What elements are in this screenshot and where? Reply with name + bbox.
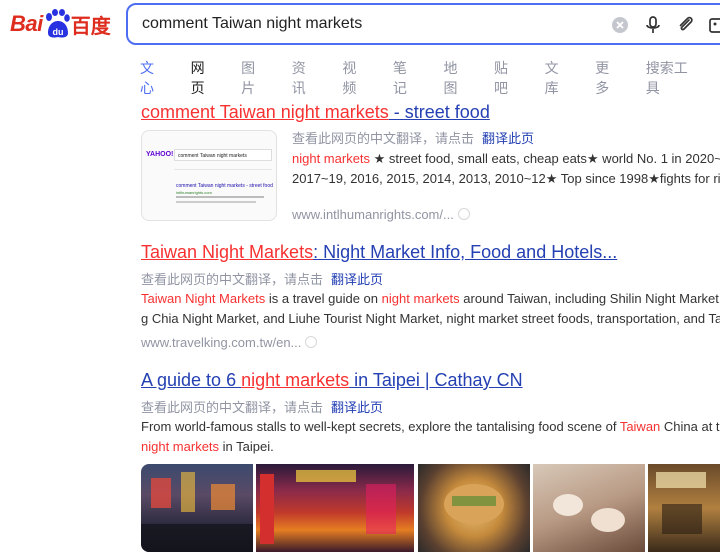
- tab-search-tools[interactable]: 搜索工具: [646, 58, 693, 96]
- tab-wenxin[interactable]: 文心: [140, 58, 164, 96]
- info-icon[interactable]: [457, 207, 470, 220]
- photo-dumplings[interactable]: [533, 464, 645, 552]
- search-box[interactable]: comment Taiwan night markets: [126, 3, 720, 45]
- tab-tieba[interactable]: 贴吧: [494, 58, 518, 96]
- clear-icon[interactable]: [611, 16, 631, 36]
- tab-news[interactable]: 资讯: [292, 58, 316, 96]
- translate-link[interactable]: 翻译此页: [482, 131, 534, 146]
- result-3-snippet-line1: From world-famous stalls to well-kept se…: [141, 419, 720, 434]
- tab-notes[interactable]: 笔记: [393, 58, 417, 96]
- photo-food-bun[interactable]: [418, 464, 530, 552]
- search-tabs: 文心 网页 图片 资讯 视频 笔记 地图 贴吧 文库 更多 搜索工具: [140, 58, 720, 96]
- baidu-logo[interactable]: Bai du 百度: [10, 6, 111, 42]
- result-3-snippet-line2: night markets in Taipei.: [141, 439, 274, 454]
- result-2-snippet-line2: g Chia Night Market, and Liuhe Tourist N…: [141, 311, 720, 326]
- translate-link[interactable]: 翻译此页: [331, 400, 383, 415]
- info-icon[interactable]: [305, 335, 318, 348]
- photo-night-market-street[interactable]: [141, 464, 253, 552]
- result-1-snippet-line2: 2017~19, 2016, 2015, 2014, 2013, 2010~12…: [292, 171, 720, 186]
- paw-icon: du: [44, 9, 70, 39]
- result-2-url[interactable]: www.travelking.com.tw/en...: [141, 334, 318, 352]
- result-1-snippet-line1: night markets ★ street food, small eats,…: [292, 151, 720, 166]
- result-2-snippet-line1: Taiwan Night Markets is a travel guide o…: [141, 291, 720, 306]
- search-input[interactable]: comment Taiwan night markets: [142, 15, 362, 33]
- svg-text:du: du: [52, 27, 63, 37]
- microphone-icon[interactable]: [643, 15, 663, 35]
- result-3-title[interactable]: A guide to 6 night markets in Taipei | C…: [141, 370, 523, 391]
- translate-link[interactable]: 翻译此页: [331, 272, 383, 287]
- result-2-translate: 查看此网页的中文翻译，请点击 翻译此页: [141, 272, 384, 287]
- result-2-title[interactable]: Taiwan Night Markets: Night Market Info,…: [141, 242, 617, 263]
- image-search-icon[interactable]: [708, 15, 720, 35]
- result-3-translate: 查看此网页的中文翻译，请点击 翻译此页: [141, 400, 384, 415]
- tab-video[interactable]: 视频: [342, 58, 366, 96]
- tab-webpage[interactable]: 网页: [191, 58, 215, 96]
- result-1-thumbnail[interactable]: YAHOO! comment Taiwan night markets comm…: [141, 130, 277, 221]
- result-1-url[interactable]: www.intlhumanrights.com/...: [292, 206, 470, 224]
- tab-wenku[interactable]: 文库: [545, 58, 569, 96]
- photo-neon-signs[interactable]: [256, 464, 414, 552]
- tab-more[interactable]: 更多: [595, 58, 619, 96]
- photo-food-stall[interactable]: [648, 464, 720, 552]
- attachment-icon[interactable]: [676, 15, 696, 35]
- tab-images[interactable]: 图片: [241, 58, 265, 96]
- result-1-translate: 查看此网页的中文翻译，请点击 翻译此页: [292, 131, 535, 146]
- result-1-title[interactable]: comment Taiwan night markets - street fo…: [141, 102, 490, 123]
- tab-map[interactable]: 地图: [443, 58, 467, 96]
